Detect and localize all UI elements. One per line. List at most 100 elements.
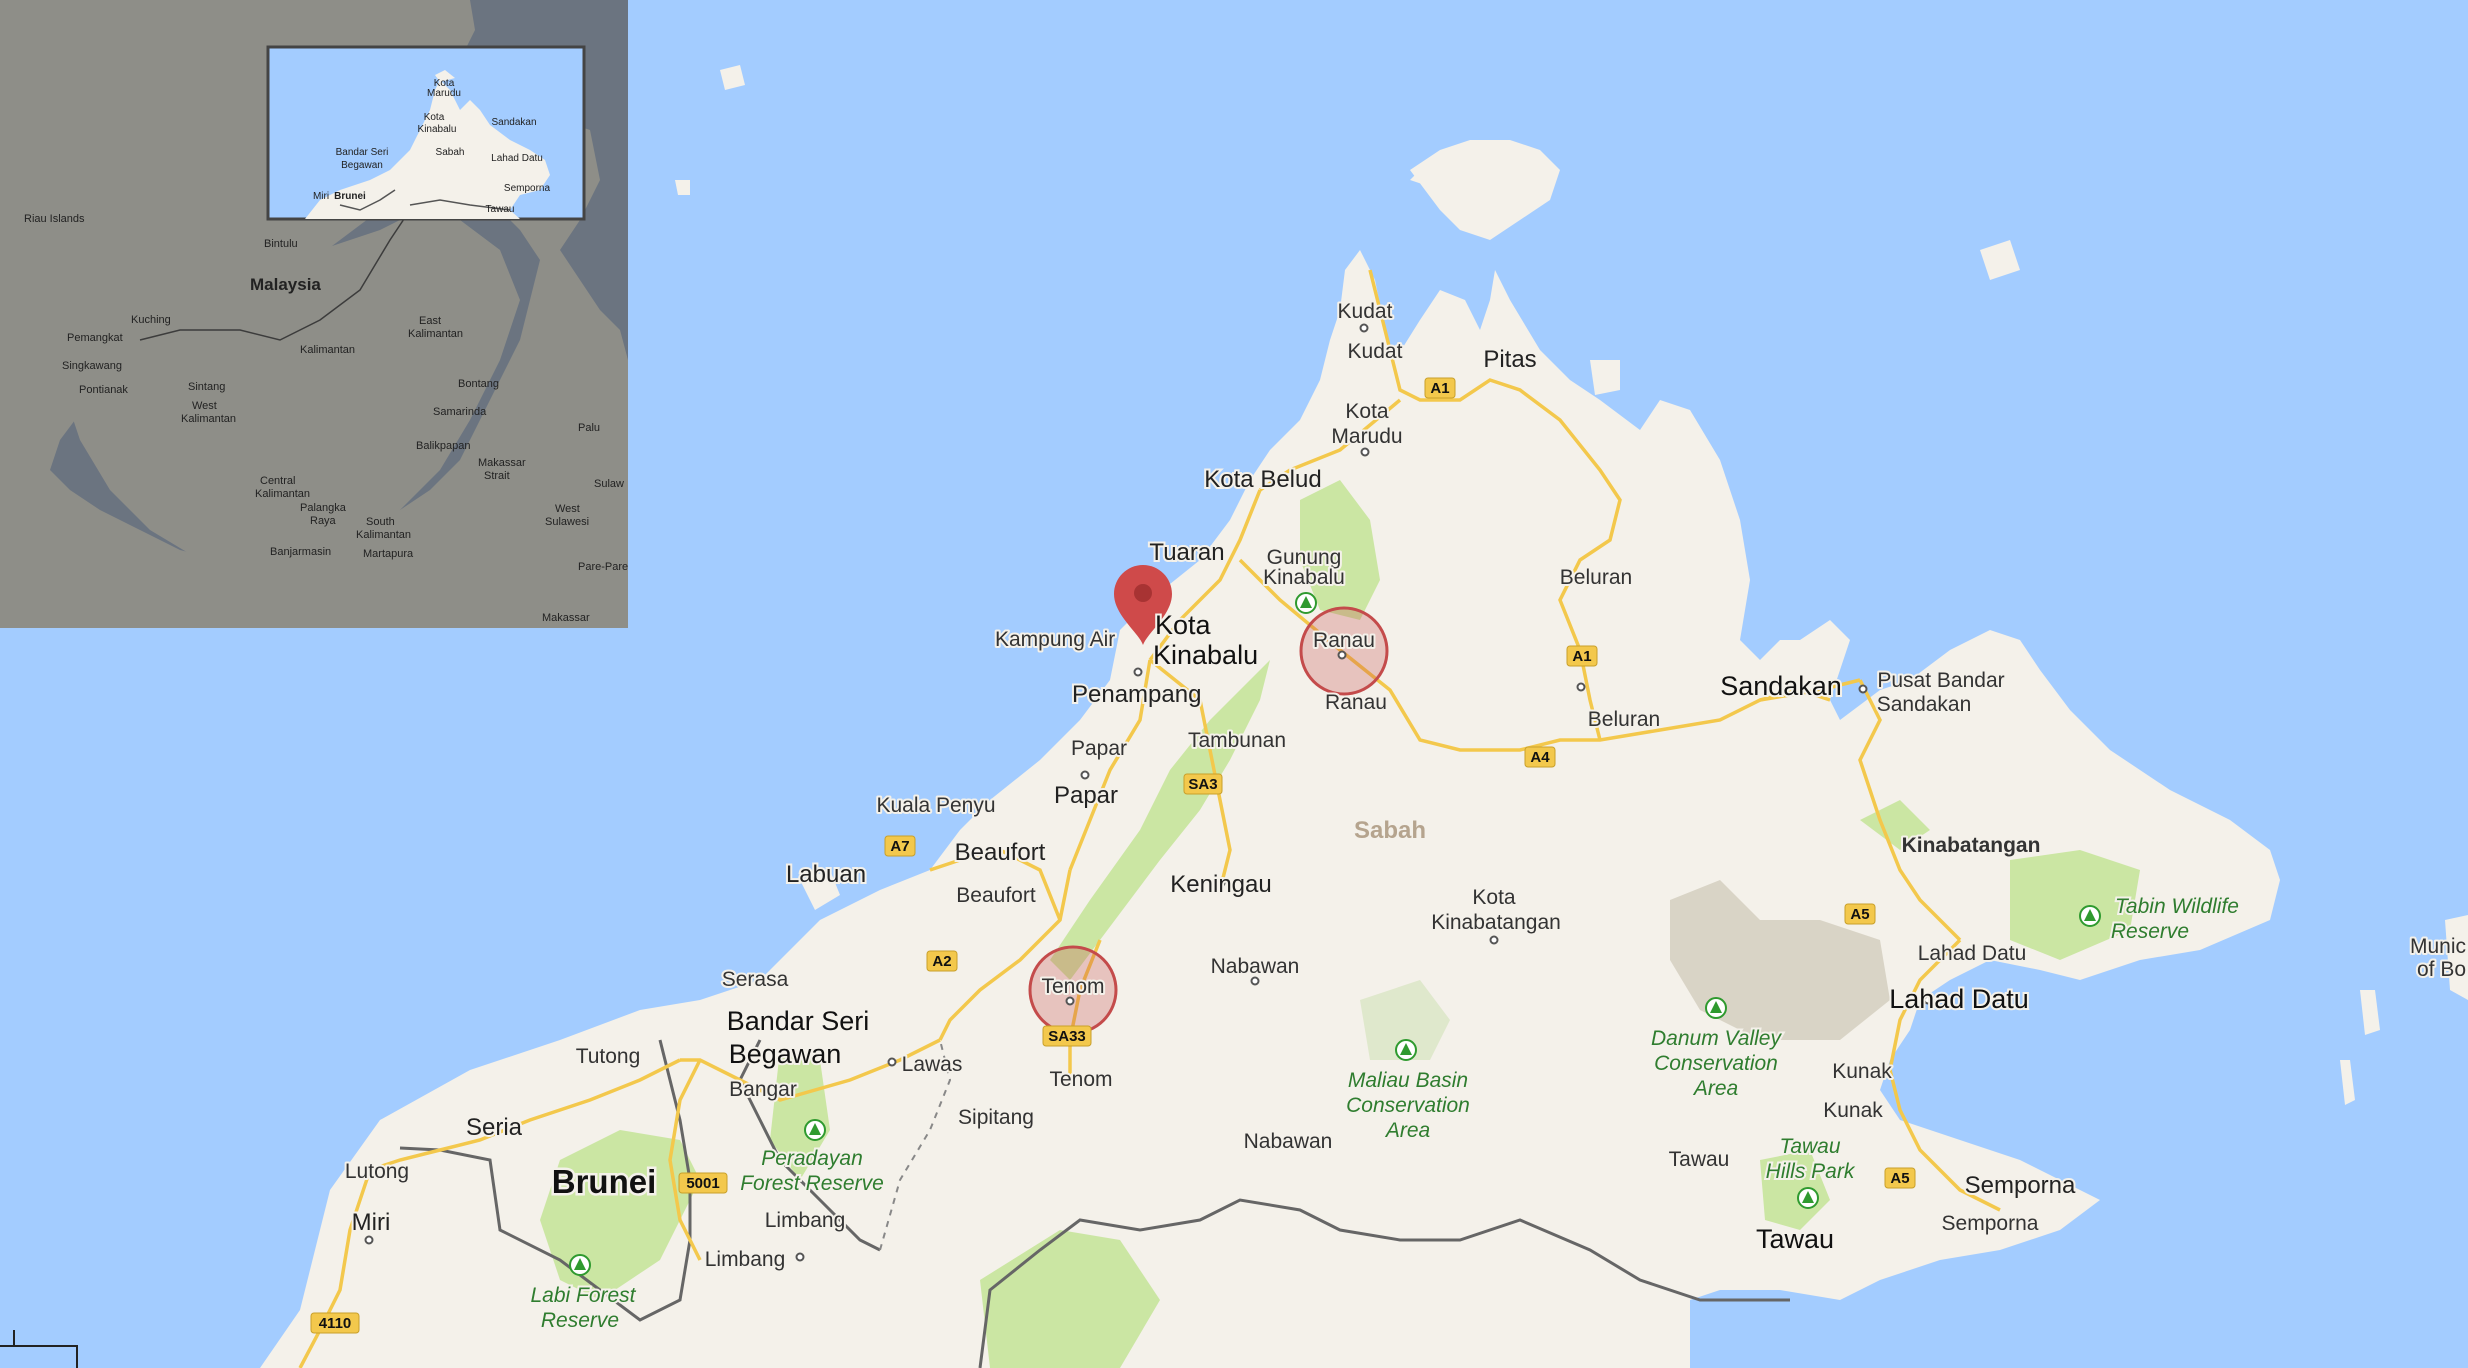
map-canvas[interactable]: A1 A1 A4 A5 A5 A7 A2 SA3 SA33 5001 4110 … [0,0,2468,1368]
inset-label-miri: Miri [313,191,329,202]
overview-label-west-a: West [192,400,217,412]
overview-label-palu: Palu [578,422,600,434]
label-pusat-bandar-a: Pusat Bandar [1877,669,2004,692]
overview-label-balikpapan: Balikpapan [416,440,470,452]
label-gunung-kinabalu-b: Kinabalu [1263,566,1345,589]
label-kota-belud: Kota Belud [1204,466,1321,493]
label-semporna-upper: Semporna [1965,1172,2076,1199]
shield-a1-north: A1 [1424,377,1456,399]
label-ranau-circle: Ranau [1313,629,1375,652]
overview-label-parepare: Pare-Pare [578,561,628,573]
label-peradayan-a: Peradayan [761,1147,863,1170]
shield-a5-north: A5 [1844,903,1876,925]
overview-label-south-a: South [366,516,395,528]
shield-sa33: SA33 [1042,1025,1092,1047]
label-limbang: Limbang [705,1248,786,1271]
label-papar: Papar [1054,782,1118,809]
label-sipitang: Sipitang [958,1106,1034,1129]
svg-text:A5: A5 [1890,1170,1909,1187]
label-kota-marudu-b: Marudu [1331,425,1402,448]
label-danum-b: Conservation [1654,1052,1778,1075]
label-serasa: Serasa [722,968,789,991]
overview-label-pemangkat: Pemangkat [67,332,123,344]
inset-label-kota-kinabalu-a: Kota [424,112,445,123]
overview-label-palangka-b: Raya [310,515,337,527]
overview-label-central-a: Central [260,475,295,487]
inset-label-kota-kinabalu-b: Kinabalu [418,124,457,135]
label-tuaran: Tuaran [1149,539,1224,566]
label-penampang: Penampang [1072,681,1201,708]
label-lahad-datu: Lahad Datu [1889,984,2029,1014]
label-kota-kinabatangan-a: Kota [1472,886,1516,909]
overview-label-makassar-strait-a: Makassar [478,457,526,469]
label-tawau-hills-b: Hills Park [1766,1160,1856,1183]
label-lawas: Lawas [902,1053,963,1076]
label-kudat-upper: Kudat [1338,300,1393,323]
label-tambunan: Tambunan [1188,729,1286,752]
overview-map[interactable]: Malaysia Kuching Pemangkat Singkawang Po… [0,0,628,628]
shield-a4: A4 [1524,746,1556,768]
inset-label-sabah: Sabah [436,147,465,158]
inset-label-lahad-datu: Lahad Datu [491,153,543,164]
label-beluran: Beluran [1588,708,1660,731]
tree-icon [1797,1187,1819,1209]
label-tawau: Tawau [1756,1224,1834,1254]
inset-label-bsb-b: Begawan [341,160,383,171]
inset-label-bsb-a: Bandar Seri [336,147,389,158]
inset-label-kota-marudu-b: Marudu [427,88,461,99]
label-kota-kinabalu-a: Kota [1155,610,1212,640]
overview-label-west-sulawesi-b: Sulawesi [545,516,589,528]
label-beluran-upper: Beluran [1560,566,1632,589]
label-kota-marudu-a: Kota [1345,400,1389,423]
overview-label-riau: Riau Islands [24,213,85,225]
label-labi-b: Reserve [541,1309,619,1332]
svg-text:5001: 5001 [686,1175,719,1192]
label-papar-upper: Papar [1071,737,1127,760]
label-sabah: Sabah [1354,817,1426,844]
label-nabawan-upper: Nabawan [1211,955,1300,978]
shield-a1-beluran: A1 [1566,645,1598,667]
svg-text:A1: A1 [1430,380,1449,397]
tree-icon [1705,997,1727,1019]
label-bsb-a: Bandar Seri [727,1006,870,1036]
label-munic-b: of Bo [2417,958,2466,981]
overview-label-bontang: Bontang [458,378,499,390]
label-tawau-upper: Tawau [1669,1148,1730,1171]
island-small-3 [1590,360,1620,395]
label-ranau: Ranau [1325,691,1387,714]
label-tabin-b: Reserve [2111,920,2189,943]
overview-label-singkawang: Singkawang [62,360,122,372]
shield-a7: A7 [884,835,916,857]
label-nabawan: Nabawan [1244,1130,1333,1153]
shield-5001: 5001 [678,1172,728,1194]
overview-viewport[interactable]: Kota Marudu Kota Kinabalu Sandakan Sabah… [266,45,586,221]
overview-label-sintang: Sintang [188,381,225,393]
label-tenom-circle: Tenom [1041,975,1104,998]
label-tutong: Tutong [576,1045,641,1068]
label-maliau-a: Maliau Basin [1348,1069,1468,1092]
label-munic-a: Munic [2410,935,2466,958]
label-kota-kinabalu-b: Kinabalu [1153,640,1258,670]
overview-label-sulaw: Sulaw [594,478,624,490]
label-brunei: Brunei [552,1163,657,1200]
svg-text:A1: A1 [1572,648,1591,665]
svg-text:A4: A4 [1530,749,1550,766]
overview-label-kuching: Kuching [131,314,171,326]
label-labi-a: Labi Forest [530,1284,636,1307]
label-limbang-upper: Limbang [765,1209,846,1232]
shield-a2: A2 [926,950,958,972]
overview-label-central-b: Kalimantan [255,488,310,500]
label-bangar: Bangar [729,1078,797,1101]
svg-text:A5: A5 [1850,906,1869,923]
label-lutong: Lutong [345,1160,409,1183]
label-kota-kinabatangan-b: Kinabatangan [1431,911,1561,934]
overview-label-palangka-a: Palangka [300,502,347,514]
tree-icon [2079,905,2101,927]
overview-label-pontianak: Pontianak [79,384,128,396]
label-tawau-hills-a: Tawau [1779,1135,1840,1158]
label-semporna: Semporna [1942,1212,2039,1235]
overview-label-malaysia: Malaysia [250,275,321,294]
svg-text:A7: A7 [890,838,909,855]
overview-label-martapura: Martapura [363,548,414,560]
tree-icon [1295,592,1317,614]
